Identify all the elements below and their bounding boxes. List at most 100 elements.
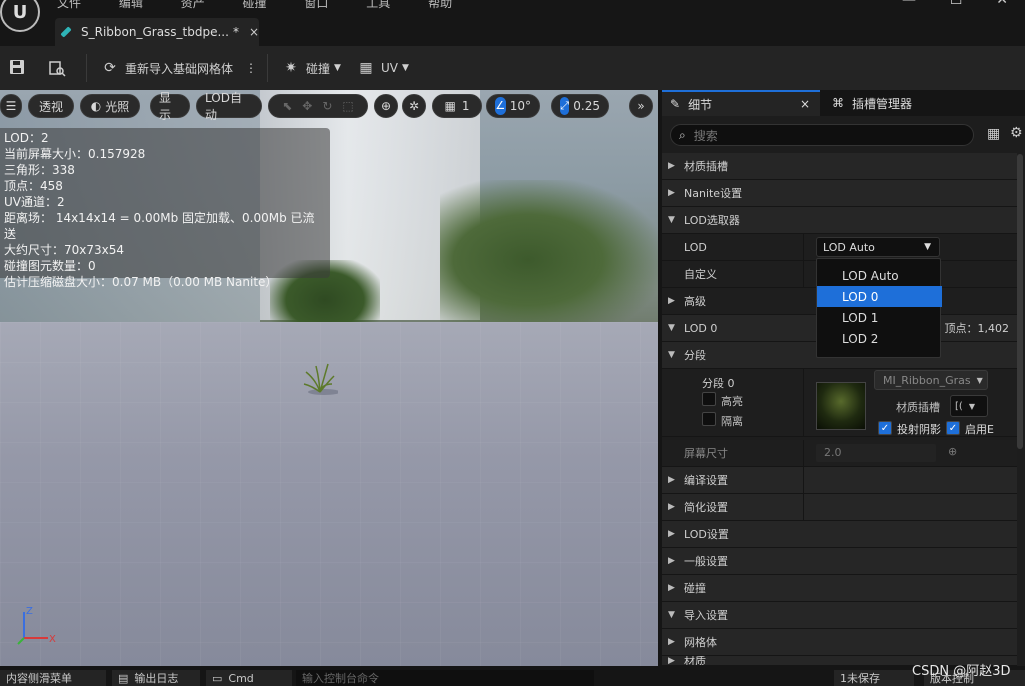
cast-shadow-checkbox[interactable]: ✓ (878, 421, 892, 435)
scale-snap-value: 0.25 (573, 99, 600, 113)
chevron-down-icon: ▼ (976, 375, 983, 385)
category-label: LOD 0 (684, 321, 718, 335)
stat-line: 距离场： 14x14x14 = 0.00Mb 固定加载、0.00Mb 已流送 (4, 211, 315, 241)
unsaved-button[interactable]: 1未保存 (834, 670, 914, 686)
minimize-button[interactable]: — (902, 0, 916, 12)
watermark-text: CSDN @阿赵3D (912, 664, 1011, 679)
surface-snap-button[interactable]: ✲ (402, 94, 426, 118)
category-import-settings[interactable]: ▼ 导入设置 (662, 602, 1017, 629)
material-picker[interactable]: MI_Ribbon_Gras ▼ (874, 370, 988, 390)
category-reduction-settings[interactable]: ▶ 简化设置 (662, 494, 1017, 521)
material-thumbnail[interactable] (816, 382, 866, 430)
lod-option-2[interactable]: LOD 2 (817, 328, 942, 349)
axis-z-label: Z (26, 606, 33, 617)
close-window-button[interactable]: ✕ (996, 0, 1008, 12)
menu-tools[interactable]: 工具 (366, 0, 390, 10)
asset-tab[interactable]: S_Ribbon_Grass_tbdpe... * × (55, 18, 259, 46)
search-placeholder: 搜索 (693, 128, 718, 143)
stat-line: 大约尺寸：70x73x54 (4, 243, 125, 257)
rotate-icon[interactable]: ↻ (322, 99, 332, 113)
category-label: LOD选取器 (684, 214, 740, 227)
collapse-arrow-icon: ▼ (668, 610, 675, 620)
tab-details[interactable]: ✎ 细节 × (662, 90, 820, 116)
details-search-input[interactable]: ⌕ 搜索 (670, 124, 974, 146)
highlight-checkbox[interactable] (702, 392, 716, 406)
menu-collision[interactable]: 碰撞 (243, 0, 267, 10)
material-slot-label: 材质插槽 (896, 401, 940, 414)
viewport-menu-button[interactable]: ☰ (0, 94, 22, 118)
category-label: 导入设置 (684, 609, 728, 622)
console-input[interactable]: 输入控制台命令 (296, 670, 594, 686)
lod-option-1[interactable]: LOD 1 (817, 307, 942, 328)
local-space-icon: ⊕ (380, 99, 392, 113)
lod-option-auto[interactable]: LOD Auto (817, 265, 942, 286)
menu-asset[interactable]: 资产 (181, 0, 205, 10)
category-mesh[interactable]: ▶ 网格体 (662, 629, 1017, 656)
show-button[interactable]: 显示 (150, 91, 190, 122)
grid-view-icon[interactable]: ▦ (987, 126, 1000, 142)
category-lod-picker[interactable]: ▼ LOD选取器 (662, 207, 1017, 234)
cmd-dropdown[interactable]: ▭ Cmd (206, 670, 292, 686)
category-general-settings[interactable]: ▶ 一般设置 (662, 548, 1017, 575)
lod-select-value: LOD Auto (823, 240, 875, 254)
menu-help[interactable]: 帮助 (428, 0, 452, 10)
expand-arrow-icon: ▶ (668, 556, 675, 566)
lit-mode-button[interactable]: ◐ 光照 (80, 94, 140, 118)
scale-icon[interactable]: ⬚ (342, 99, 353, 113)
category-material-slots[interactable]: ▶ 材质插槽 (662, 153, 1017, 180)
browse-button[interactable] (40, 53, 80, 83)
category-lod-settings[interactable]: ▶ LOD设置 (662, 521, 1017, 548)
category-build-settings[interactable]: ▶ 编译设置 (662, 467, 1017, 494)
cmd-label: Cmd (228, 671, 254, 685)
save-button[interactable] (0, 53, 40, 83)
local-space-button[interactable]: ⊕ (374, 94, 398, 118)
menu-edit[interactable]: 编辑 (119, 0, 143, 10)
tab-socket-manager[interactable]: ⌘ 插槽管理器 (824, 90, 974, 116)
lod-option-0[interactable]: LOD 0 (817, 286, 942, 307)
collision-dropdown[interactable]: ✷ 碰撞 ▼ (274, 53, 349, 83)
pencil-icon: ✎ (670, 97, 681, 111)
window-controls: — ☐ ✕ (885, 0, 1025, 12)
property-screen-size: 屏幕尺寸 2.0 ⊕ (662, 440, 1017, 467)
stat-line: 估计压缩磁盘大小：0.07 MB（0.00 MB Nanite） (4, 275, 278, 289)
select-icon[interactable]: ⬉ (282, 99, 292, 113)
axis-gizmo: Z X (17, 606, 56, 645)
tab-close-button[interactable]: × (249, 25, 259, 39)
maximize-button[interactable]: ☐ (950, 0, 963, 12)
transform-tools-group[interactable]: ⬉ ✥ ↻ ⬚ (268, 94, 368, 118)
viewport-expand-button[interactable]: » (629, 94, 653, 118)
enable-checkbox[interactable]: ✓ (946, 421, 960, 435)
output-log-button[interactable]: ▤ 输出日志 (112, 670, 200, 686)
lod-auto-button[interactable]: LOD自动 (196, 91, 262, 122)
isolate-checkbox[interactable] (702, 412, 716, 426)
category-label: 简化设置 (684, 501, 728, 514)
material-slot-dropdown[interactable]: [(▼ (950, 395, 988, 417)
add-icon[interactable]: ⊕ (948, 445, 957, 458)
lod-select[interactable]: LOD Auto ▼ (816, 237, 940, 257)
scale-snap-icon: ⤢ (560, 97, 570, 115)
content-drawer-button[interactable]: 内容侧滑菜单 (0, 670, 106, 686)
grid-snap-button[interactable]: ▦ 1 (432, 94, 482, 118)
asset-tab-title: S_Ribbon_Grass_tbdpe... (80, 25, 229, 39)
expand-arrow-icon: ▶ (668, 502, 675, 512)
move-icon[interactable]: ✥ (302, 99, 312, 113)
screen-size-field[interactable]: 2.0 (816, 444, 936, 462)
more-options-icon[interactable]: ⋮ (241, 53, 261, 83)
details-scrollbar[interactable] (1017, 154, 1023, 449)
menu-window[interactable]: 窗口 (304, 0, 328, 10)
status-bar: 内容侧滑菜单 ▤ 输出日志 ▭ Cmd 输入控制台命令 1未保存 版本控制 (0, 666, 1025, 686)
browse-folder-icon (48, 59, 66, 77)
category-collision[interactable]: ▶ 碰撞 (662, 575, 1017, 602)
perspective-button[interactable]: 透视 (28, 94, 74, 118)
category-nanite[interactable]: ▶ Nanite设置 (662, 180, 1017, 207)
reimport-base-mesh-button[interactable]: ⟳ 重新导入基础网格体 (93, 53, 241, 83)
menu-file[interactable]: 文件 (57, 0, 81, 10)
uv-label: UV (380, 61, 398, 75)
save-icon (8, 59, 26, 77)
angle-snap-button[interactable]: ∠ 10° (486, 94, 540, 118)
tab-close-button[interactable]: × (800, 97, 810, 111)
settings-gear-icon[interactable]: ⚙ (1010, 125, 1023, 141)
uv-dropdown[interactable]: ▦ UV ▼ (349, 53, 417, 83)
scale-snap-button[interactable]: ⤢ 0.25 (551, 94, 609, 118)
mesh-viewport[interactable]: ☰ 透视 ◐ 光照 显示 LOD自动 ⬉ ✥ ↻ ⬚ ⊕ ✲ ▦ 1 ∠ 10° ⤢ 0… (0, 90, 658, 666)
